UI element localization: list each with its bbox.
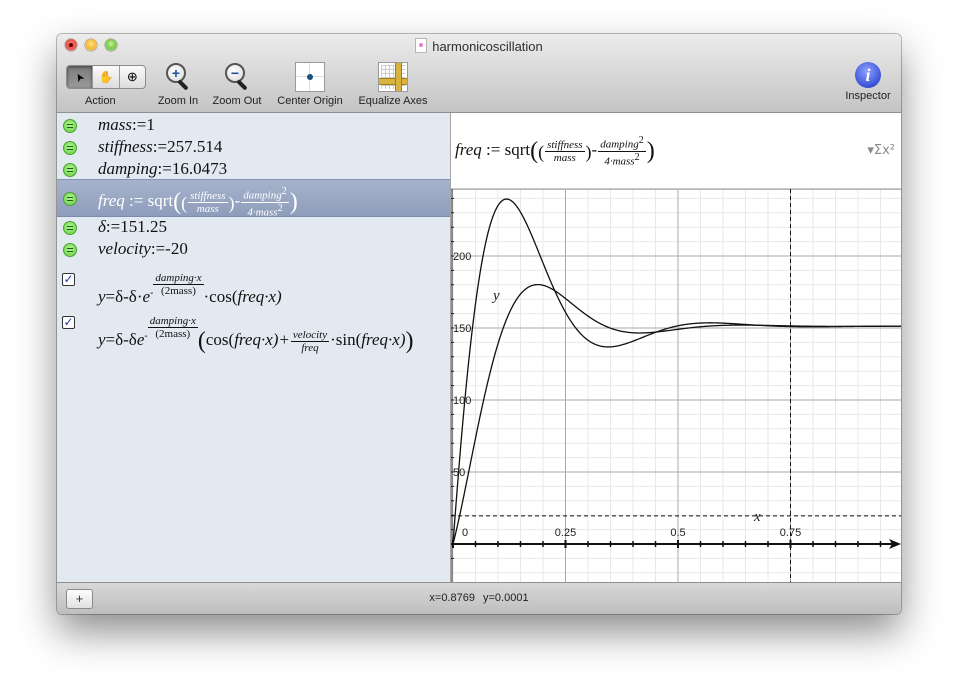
function-name: sqrt (504, 140, 531, 160)
fraction: stiffness mass (188, 189, 228, 215)
definition-icon (63, 119, 77, 133)
document-icon (415, 38, 428, 53)
variable-value: 1 (146, 115, 155, 134)
y-coordinate-readout: y=0.0001 (483, 592, 529, 604)
center-origin-icon (295, 62, 325, 92)
fraction: stiffness mass (545, 138, 585, 164)
graph-panel: freq := sqrt((stiffness mass)- damping2 4·m… (451, 113, 901, 582)
definition-icon (63, 141, 77, 155)
fraction: damping2 4·mass2 (241, 186, 289, 219)
y-tick-label: 150 (453, 323, 471, 335)
equation-row[interactable]: mass:=1 (57, 115, 450, 136)
status-bar: + x=0.8769 y=0.0001 (57, 582, 901, 614)
equalize-axes-icon (378, 62, 408, 92)
variable-value: 151.25 (120, 217, 167, 236)
zoom-in-label: Zoom In (157, 95, 199, 107)
variable-name: stiffness (98, 137, 153, 156)
variable-name: freq (98, 191, 125, 211)
y-axis-label: y (491, 288, 500, 304)
zoom-in-glyph: + (166, 63, 186, 83)
action-label: Action (85, 95, 116, 107)
x-tick-label: 1 (900, 527, 901, 539)
zoom-out-glyph: − (225, 63, 245, 83)
assign-op: := (132, 115, 147, 134)
equation-row[interactable]: damping:=16.0473 (57, 159, 450, 180)
toolbar: harmonicoscillation ➤ ✋ ⊕ Action + Zoom … (57, 34, 901, 113)
plot-equation-row[interactable]: ✓ y=δ-δ·e-damping·x (2mass) ·cos(freq·x) (57, 264, 450, 306)
pointer-tool-button[interactable]: ➤ (67, 66, 94, 88)
center-origin-label: Center Origin (277, 95, 343, 107)
definition-icon (63, 243, 77, 257)
x-coordinate-readout: x=0.8769 (429, 592, 475, 604)
inspector-button[interactable]: i Inspector (840, 62, 896, 102)
window-title-text: harmonicoscillation (432, 39, 543, 54)
equation-row[interactable]: velocity:=-20 (57, 239, 450, 260)
zoom-tool-button[interactable]: ⊕ (120, 66, 145, 88)
variable-value: 16.0473 (171, 159, 228, 178)
assign-op: := (150, 239, 166, 258)
equation-row-selected[interactable]: freq := sqrt((stiffness mass)- damping2 4·m… (57, 179, 450, 219)
assign-op: := (157, 159, 172, 178)
magnifier-icon: ⊕ (126, 69, 138, 84)
definition-icon (63, 192, 77, 206)
graph-canvas[interactable]: 00.250.50.75150100150200yx (451, 189, 901, 582)
x-axis-label: x (753, 509, 761, 525)
definition-icon (63, 163, 77, 177)
y-tick-label: 100 (453, 395, 471, 407)
variable-name: δ (98, 217, 106, 236)
equation-row[interactable]: δ:=151.25 (57, 217, 450, 238)
plot-visibility-checkbox[interactable]: ✓ (62, 316, 75, 329)
zoom-in-button[interactable]: + Zoom In (155, 62, 201, 107)
function-name: sqrt (147, 191, 174, 211)
x-tick-label: 0 (462, 527, 468, 539)
definition-bar[interactable]: freq := sqrt((stiffness mass)- damping2 4·m… (451, 113, 901, 189)
equation-list: mass:=1 stiffness:=257.514 damping:=16.0… (57, 113, 451, 582)
exponent-fraction: damping·x (2mass) (147, 315, 198, 340)
y-tick-label: 200 (453, 251, 471, 263)
equalize-axes-button[interactable]: Equalize Axes (354, 62, 432, 107)
zoom-out-label: Zoom Out (212, 95, 262, 107)
variable-value: 257.514 (167, 137, 223, 156)
app-window: harmonicoscillation ➤ ✋ ⊕ Action + Zoom … (57, 34, 901, 614)
plot-visibility-checkbox[interactable]: ✓ (62, 273, 75, 286)
fraction: damping2 4·mass2 (598, 135, 646, 168)
assign-op: := (152, 137, 168, 156)
assign-op: := (124, 191, 148, 211)
cursor-coordinates: x=0.8769 y=0.0001 (57, 592, 901, 604)
variable-name: velocity (98, 239, 151, 258)
info-icon: i (855, 62, 881, 88)
variable-name: damping (98, 159, 158, 178)
zoom-out-icon: − (223, 62, 251, 92)
window-title: harmonicoscillation (57, 38, 901, 54)
hand-icon: ✋ (98, 70, 114, 84)
exponent-fraction: damping·x (2mass) (153, 272, 204, 297)
action-mode-segmented-control: ➤ ✋ ⊕ (66, 65, 146, 89)
zoom-out-button[interactable]: − Zoom Out (208, 62, 266, 107)
sigma-format-icon[interactable]: ▾Σx² (867, 143, 895, 158)
x-tick-label: 0.5 (670, 527, 685, 539)
x-tick-label: 0.25 (555, 527, 576, 539)
fraction: velocity freq (290, 328, 330, 354)
equation-row[interactable]: stiffness:=257.514 (57, 137, 450, 158)
plot-equation-row[interactable]: ✓ y=δ-δe-damping·x (2mass) (cos(freq·x)+ ve… (57, 303, 450, 354)
center-origin-button[interactable]: Center Origin (272, 62, 348, 107)
definition-icon (63, 221, 77, 235)
assign-op: := (105, 217, 121, 236)
hand-tool-button[interactable]: ✋ (93, 66, 120, 88)
variable-name: mass (98, 115, 133, 134)
equalize-axes-label: Equalize Axes (358, 95, 428, 107)
inspector-label: Inspector (845, 90, 891, 102)
pointer-icon: ➤ (72, 69, 88, 84)
zoom-in-icon: + (164, 62, 192, 92)
variable-name: freq (455, 140, 482, 160)
variable-value: -20 (165, 239, 188, 258)
